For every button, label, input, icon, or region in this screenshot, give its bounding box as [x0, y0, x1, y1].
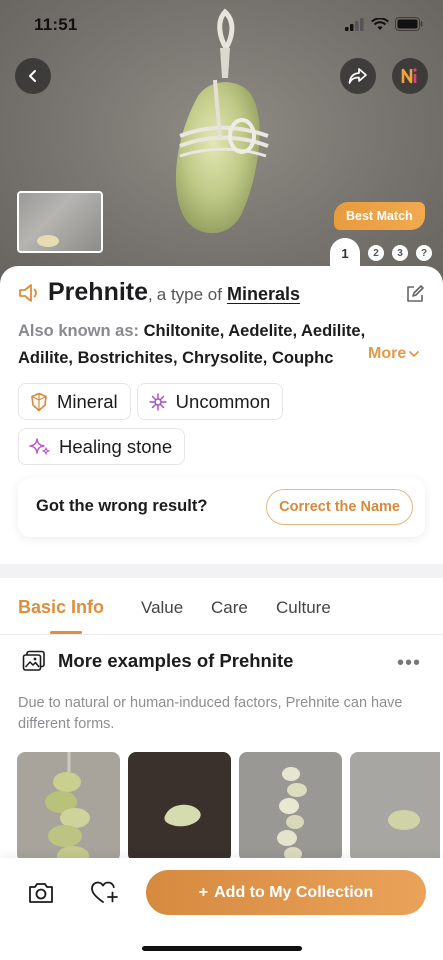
speaker-icon[interactable] [18, 283, 42, 303]
example-image[interactable] [128, 752, 231, 862]
status-time: 11:51 [34, 15, 78, 34]
camera-icon[interactable] [27, 880, 55, 906]
share-arrow-icon [348, 68, 367, 84]
wifi-icon [371, 17, 389, 30]
battery-icon [395, 17, 423, 31]
sparkle-star-icon [148, 392, 167, 411]
name-comma: , [148, 285, 153, 304]
result-pager: 1 2 3 ? [330, 238, 432, 268]
stone-chain-image [45, 752, 90, 862]
also-known-as: Also known as: Chiltonite, Aedelite, Aed… [18, 318, 428, 372]
examples-header: More examples of Prehnite [22, 650, 293, 672]
chevron-down-icon [409, 351, 420, 358]
identification-card: Prehnite , a type of Minerals Also known… [0, 266, 443, 564]
pager-page-active[interactable]: 1 [330, 238, 360, 268]
tag-label: Healing stone [59, 435, 173, 457]
ai-logo-icon [401, 68, 417, 84]
section-divider [0, 564, 443, 578]
add-to-collection-label: Add to My Collection [214, 883, 374, 901]
crystal-shield-icon [31, 392, 47, 411]
also-known-names-line1: Chiltonite, Aedelite, Aedilite, [143, 322, 366, 340]
plus-icon: + [198, 883, 209, 901]
more-names-button[interactable]: More [368, 345, 420, 363]
add-to-collection-button[interactable]: + Add to My Collection [146, 870, 426, 915]
category-link[interactable]: Minerals [227, 284, 300, 305]
tab-value[interactable]: Value [141, 598, 183, 618]
pager-page[interactable]: ? [416, 245, 432, 261]
tab-care[interactable]: Care [211, 598, 248, 618]
status-icons [345, 17, 423, 31]
content-tabs: Basic Info Value Care Culture [0, 578, 443, 635]
best-match-badge: Best Match [334, 202, 425, 230]
example-image[interactable] [350, 752, 440, 862]
correct-name-button[interactable]: Correct the Name [266, 489, 413, 525]
tag-list: Mineral Uncommon Healing stone [18, 383, 428, 465]
example-image[interactable] [239, 752, 342, 862]
signal-icon [345, 17, 364, 31]
share-button[interactable] [340, 58, 376, 94]
more-label: More [368, 345, 407, 362]
active-tab-indicator [50, 631, 82, 634]
tag-chip[interactable]: Mineral [18, 383, 131, 420]
title-row: Prehnite , a type of Minerals [18, 278, 300, 307]
thumbnail-stone [37, 235, 59, 247]
polished-stone-image [388, 810, 420, 830]
species-name: Prehnite [48, 278, 149, 306]
examples-gallery [17, 752, 440, 862]
photo-thumbnail[interactable] [17, 191, 103, 253]
tumbled-stone-image [164, 804, 201, 827]
edit-icon[interactable] [405, 284, 425, 304]
also-known-label: Also known as: [18, 322, 140, 340]
examples-title: More examples of Prehnite [58, 650, 294, 671]
ai-assistant-button[interactable] [392, 58, 428, 94]
tab-culture[interactable]: Culture [276, 598, 331, 618]
bottom-action-bar: + Add to My Collection [0, 858, 443, 960]
back-button[interactable] [15, 58, 51, 94]
tag-label: Mineral [57, 390, 118, 412]
tag-chip[interactable]: Healing stone [18, 428, 186, 465]
pager-page[interactable]: 3 [392, 245, 408, 261]
tag-chip[interactable]: Uncommon [136, 383, 284, 420]
also-known-names-line2: Adilite, Bostrichites, Chrysolite, Couph… [18, 349, 334, 367]
pager-page[interactable]: 2 [368, 245, 384, 261]
wrong-result-text: Got the wrong result? [36, 497, 208, 515]
stone-strand-image [277, 767, 307, 861]
example-image[interactable] [17, 752, 120, 862]
status-bar: 11:51 [0, 0, 443, 52]
type-of-label: a type of [156, 285, 222, 304]
wrong-result-banner: Got the wrong result? Correct the Name [18, 478, 425, 537]
chevron-left-icon [29, 70, 36, 82]
tab-basic-info[interactable]: Basic Info [18, 597, 104, 618]
tag-label: Uncommon [175, 390, 271, 412]
hero-image: 11:51 Best Match 1 2 3 ? [0, 0, 443, 292]
examples-description: Due to natural or human-induced factors,… [18, 695, 403, 732]
more-options-icon[interactable]: ••• [397, 652, 421, 675]
twin-sparkle-icon [29, 437, 50, 455]
gallery-icon [22, 650, 45, 671]
home-indicator [142, 946, 302, 951]
wishlist-heart-icon[interactable] [90, 880, 120, 906]
